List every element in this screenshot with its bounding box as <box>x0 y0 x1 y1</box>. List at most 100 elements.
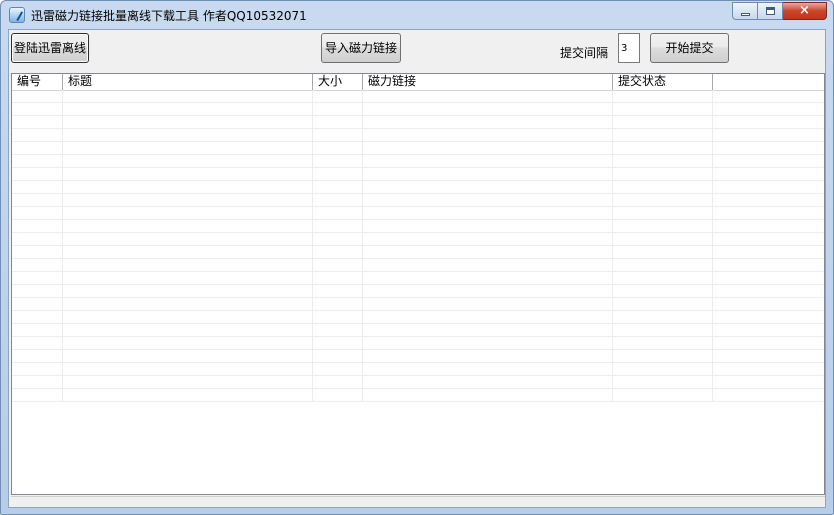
table-cell <box>12 207 63 219</box>
table-cell <box>613 272 713 284</box>
table-cell <box>363 116 613 128</box>
table-cell <box>12 194 63 206</box>
table-cell <box>63 220 313 232</box>
title-bar[interactable]: 迅雷磁力链接批量离线下载工具 作者QQ10532071 × <box>1 1 833 29</box>
table-cell <box>613 311 713 323</box>
start-submit-button[interactable]: 开始提交 <box>650 33 729 63</box>
table-cell <box>63 116 313 128</box>
table-cell <box>63 246 313 258</box>
table-cell <box>613 246 713 258</box>
table-cell <box>363 181 613 193</box>
table-cell <box>713 116 824 128</box>
table-cell <box>613 207 713 219</box>
table-cell <box>313 142 363 154</box>
maximize-icon[interactable] <box>758 2 783 20</box>
table-cell <box>613 103 713 115</box>
table-cell <box>613 376 713 388</box>
table-row <box>12 90 824 103</box>
table-cell <box>63 233 313 245</box>
table-cell <box>63 181 313 193</box>
table-cell <box>363 142 613 154</box>
close-icon: × <box>799 3 810 18</box>
table-row <box>12 350 824 363</box>
table-cell <box>613 142 713 154</box>
table-cell <box>313 363 363 375</box>
table-cell <box>12 103 63 115</box>
table-cell <box>713 90 824 102</box>
table-cell <box>713 168 824 180</box>
table-cell <box>713 363 824 375</box>
table-cell <box>713 324 824 336</box>
table-cell <box>613 350 713 362</box>
table-cell <box>63 129 313 141</box>
table-cell <box>613 233 713 245</box>
table-cell <box>63 207 313 219</box>
table-cell <box>363 272 613 284</box>
app-window: 迅雷磁力链接批量离线下载工具 作者QQ10532071 × 登陆迅雷离线 导入磁… <box>0 0 834 515</box>
table-cell <box>63 298 313 310</box>
table-cell <box>363 311 613 323</box>
column-header-id[interactable]: 编号 <box>12 74 63 90</box>
table-cell <box>63 194 313 206</box>
table-row <box>12 285 824 298</box>
table-cell <box>12 116 63 128</box>
table-cell <box>713 194 824 206</box>
table-cell <box>713 220 824 232</box>
table-row <box>12 155 824 168</box>
table-cell <box>12 90 63 102</box>
table-cell <box>713 233 824 245</box>
table-cell <box>12 337 63 349</box>
table-cell <box>313 116 363 128</box>
minimize-icon[interactable] <box>732 2 758 20</box>
column-header-size[interactable]: 大小 <box>313 74 363 90</box>
table-row <box>12 233 824 246</box>
table-row <box>12 181 824 194</box>
table-cell <box>613 168 713 180</box>
column-header-magnet[interactable]: 磁力链接 <box>363 74 613 90</box>
table-row <box>12 116 824 129</box>
table-cell <box>363 207 613 219</box>
table-cell <box>313 324 363 336</box>
table-cell <box>63 155 313 167</box>
table-cell <box>613 194 713 206</box>
table-cell <box>713 181 824 193</box>
table-cell <box>363 285 613 297</box>
column-header-title[interactable]: 标题 <box>63 74 313 90</box>
import-links-button[interactable]: 导入磁力链接 <box>321 33 401 63</box>
table-cell <box>713 389 824 401</box>
table-cell <box>613 363 713 375</box>
login-button[interactable]: 登陆迅雷离线 <box>11 33 89 63</box>
table-cell <box>63 168 313 180</box>
table-cell <box>63 285 313 297</box>
table-cell <box>63 311 313 323</box>
table-cell <box>63 324 313 336</box>
column-header-filler <box>713 74 824 90</box>
table-row <box>12 129 824 142</box>
app-icon[interactable] <box>9 7 25 23</box>
table-cell <box>613 116 713 128</box>
window-controls: × <box>732 2 827 22</box>
table-cell <box>313 311 363 323</box>
links-table[interactable]: 编号 标题 大小 磁力链接 提交状态 <box>11 73 825 495</box>
close-button[interactable]: × <box>783 2 827 20</box>
table-cell <box>63 272 313 284</box>
table-cell <box>313 337 363 349</box>
table-cell <box>313 389 363 401</box>
interval-input[interactable] <box>618 33 640 63</box>
table-cell <box>613 285 713 297</box>
table-cell <box>363 259 613 271</box>
column-header-status[interactable]: 提交状态 <box>613 74 713 90</box>
table-cell <box>12 298 63 310</box>
table-cell <box>313 376 363 388</box>
table-row <box>12 311 824 324</box>
table-cell <box>63 142 313 154</box>
table-cell <box>63 90 313 102</box>
table-cell <box>313 103 363 115</box>
table-row <box>12 337 824 350</box>
table-cell <box>713 259 824 271</box>
table-cell <box>12 272 63 284</box>
table-row <box>12 259 824 272</box>
table-cell <box>12 220 63 232</box>
table-cell <box>12 168 63 180</box>
table-row <box>12 363 824 376</box>
